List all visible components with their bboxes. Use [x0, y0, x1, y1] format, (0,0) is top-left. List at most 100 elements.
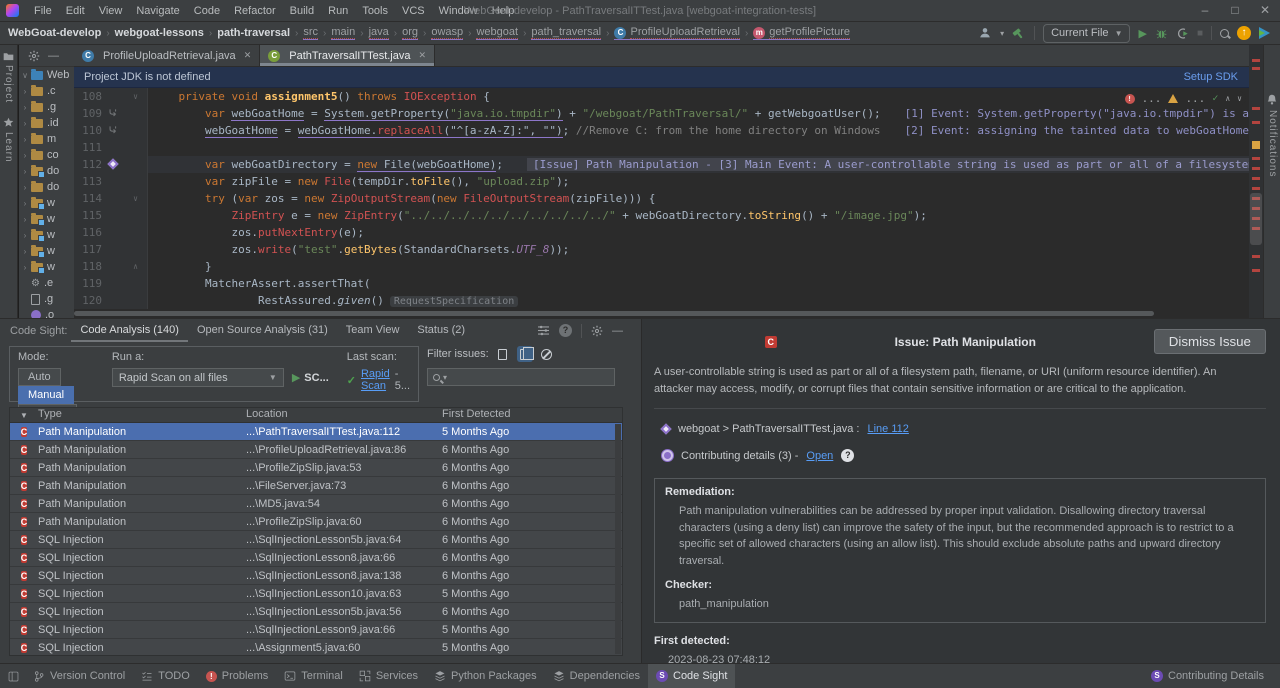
breadcrumb-item[interactable]: webgoat — [476, 26, 518, 40]
setup-sdk-link[interactable]: Setup SDK — [1184, 71, 1238, 83]
tree-item[interactable]: ›co — [19, 147, 74, 163]
menu-view[interactable]: View — [92, 5, 130, 17]
left-strip-learn-label[interactable]: Learn — [3, 132, 14, 163]
menu-navigate[interactable]: Navigate — [129, 5, 186, 17]
menu-file[interactable]: File — [27, 5, 59, 17]
statusbar-dependencies[interactable]: Dependencies — [545, 664, 648, 688]
notifications-bell-icon[interactable] — [1266, 93, 1278, 106]
contributing-open-link[interactable]: Open — [806, 450, 833, 462]
code-sight-tab[interactable]: Team View — [337, 319, 409, 342]
project-toolwindow-icon[interactable] — [3, 51, 14, 61]
tree-item[interactable]: ›do — [19, 179, 74, 195]
fold-marker[interactable] — [124, 224, 148, 241]
statusbar-contributing-details[interactable]: SContributing Details — [1143, 664, 1272, 688]
statusbar-code-sight[interactable]: SCode Sight — [648, 664, 735, 688]
coverage-icon[interactable] — [1176, 27, 1189, 40]
issue-table-header[interactable]: ▼ Type Location First Detected — [10, 408, 622, 423]
profile-caret-icon[interactable]: ▾ — [1000, 29, 1004, 38]
tree-item[interactable]: .o — [19, 307, 74, 318]
tab-close-icon[interactable]: ✕ — [418, 50, 426, 61]
code-area[interactable]: ! ... ... ✓ ∧ ∨ 108∨ private void assign… — [74, 88, 1262, 310]
breadcrumb-item[interactable]: org — [402, 26, 418, 40]
tree-item[interactable]: ›w — [19, 243, 74, 259]
editor-tab[interactable]: CProfileUploadRetrieval.java✕ — [74, 45, 260, 66]
statusbar-version-control[interactable]: Version Control — [25, 664, 133, 688]
statusbar-todo[interactable]: TODO — [133, 664, 198, 688]
statusbar-services[interactable]: Services — [351, 664, 426, 688]
menu-vcs[interactable]: VCS — [395, 5, 432, 17]
column-first-detected[interactable]: First Detected — [442, 408, 622, 422]
tree-item[interactable]: ›w — [19, 259, 74, 275]
tree-item[interactable]: .g — [19, 291, 74, 307]
issue-row[interactable]: CPath Manipulation...\MD5.java:546 Month… — [10, 495, 622, 513]
help-icon[interactable]: ? — [559, 324, 572, 337]
breadcrumb-item[interactable]: CProfileUploadRetrieval — [614, 26, 739, 40]
breadcrumb-item[interactable]: main — [331, 26, 355, 40]
filter-current-file-icon[interactable] — [495, 346, 511, 362]
tree-item[interactable]: ›w — [19, 195, 74, 211]
filter-severity-icon[interactable] — [539, 346, 555, 362]
tree-item[interactable]: ⚙.e — [19, 275, 74, 291]
column-type[interactable]: Type — [38, 408, 246, 422]
fold-marker[interactable]: ∧ — [124, 258, 148, 275]
next-issue-icon[interactable]: ∨ — [1237, 94, 1242, 103]
taint-flow-icon[interactable] — [108, 108, 119, 119]
taint-diamond-icon[interactable] — [107, 158, 118, 169]
scan-type-dropdown[interactable]: Rapid Scan on all files ▼ — [112, 368, 284, 387]
maximize-button[interactable]: □ — [1220, 0, 1250, 22]
breadcrumb-item[interactable]: webgoat-lessons — [115, 27, 204, 39]
issue-row[interactable]: CSQL Injection...\Assignment5.java:605 M… — [10, 639, 622, 656]
toolwindow-switcher-icon[interactable] — [8, 671, 19, 682]
fold-marker[interactable] — [124, 122, 148, 139]
fold-marker[interactable]: ∨ — [124, 88, 148, 105]
code-line[interactable]: 114∨ try (var zos = new ZipOutputStream(… — [74, 190, 1262, 207]
menu-tools[interactable]: Tools — [355, 5, 395, 17]
tree-item[interactable]: ›.g — [19, 99, 74, 115]
fold-marker[interactable] — [124, 156, 148, 173]
fold-marker[interactable] — [124, 139, 148, 156]
tab-close-icon[interactable]: ✕ — [244, 50, 252, 61]
table-scrollbar[interactable] — [615, 424, 621, 654]
code-line[interactable]: 112 var webGoatDirectory = new File(webG… — [74, 156, 1262, 173]
menu-help[interactable]: Help — [485, 5, 522, 17]
menu-edit[interactable]: Edit — [59, 5, 92, 17]
tree-item[interactable]: ›.c — [19, 83, 74, 99]
minimize-button[interactable]: – — [1190, 0, 1220, 22]
close-button[interactable]: ✕ — [1250, 0, 1280, 22]
issue-row[interactable]: CPath Manipulation...\ProfileZipSlip.jav… — [10, 459, 622, 477]
code-line[interactable]: 116 zos.putNextEntry(e); — [74, 224, 1262, 241]
editor-error-stripe[interactable] — [1249, 45, 1263, 318]
tree-item[interactable]: ›w — [19, 211, 74, 227]
issue-row[interactable]: CSQL Injection...\SqlInjectionLesson10.j… — [10, 585, 622, 603]
menu-run[interactable]: Run — [321, 5, 355, 17]
column-location[interactable]: Location — [246, 408, 442, 422]
mode-manual-button[interactable]: Manual — [18, 386, 74, 404]
fold-marker[interactable] — [124, 275, 148, 292]
issue-search-input[interactable]: ▾ — [427, 368, 615, 386]
search-everywhere-icon[interactable] — [1220, 29, 1229, 38]
tree-item[interactable]: ›do — [19, 163, 74, 179]
left-strip-project-label[interactable]: Project — [3, 65, 14, 103]
run-button[interactable]: ▶ — [1138, 27, 1146, 40]
build-hammer-icon[interactable] — [1012, 26, 1026, 40]
tree-item[interactable]: ›m — [19, 131, 74, 147]
dismiss-issue-button[interactable]: Dismiss Issue — [1154, 329, 1266, 354]
inspections-widget[interactable]: ! ... ... ✓ ∧ ∨ — [1121, 91, 1246, 106]
code-sight-tab[interactable]: Open Source Analysis (31) — [188, 319, 337, 342]
issue-line-link[interactable]: Line 112 — [867, 423, 908, 435]
editor-tab[interactable]: CPathTraversalITTest.java✕ — [260, 45, 435, 66]
code-line[interactable]: 120 RestAssured.given()RequestSpecificat… — [74, 292, 1262, 309]
debug-bug-icon[interactable] — [1155, 27, 1168, 40]
code-line[interactable]: 111 — [74, 139, 1262, 156]
breadcrumb-item[interactable]: path_traversal — [531, 26, 601, 40]
last-scan-link[interactable]: Rapid Scan — [361, 368, 390, 392]
panel-minimize-icon[interactable]: — — [612, 325, 623, 337]
issue-row[interactable]: CSQL Injection...\SqlInjectionLesson5b.j… — [10, 603, 622, 621]
issue-row[interactable]: CPath Manipulation...\PathTraversalITTes… — [10, 423, 622, 441]
issue-row[interactable]: CSQL Injection...\SqlInjectionLesson8.ja… — [10, 567, 622, 585]
menu-code[interactable]: Code — [187, 5, 227, 17]
learn-toolwindow-icon[interactable] — [3, 117, 14, 128]
statusbar-problems[interactable]: !Problems — [198, 664, 276, 688]
run-config-selector[interactable]: Current File ▼ — [1043, 24, 1130, 43]
issue-row[interactable]: CSQL Injection...\SqlInjectionLesson5b.j… — [10, 531, 622, 549]
